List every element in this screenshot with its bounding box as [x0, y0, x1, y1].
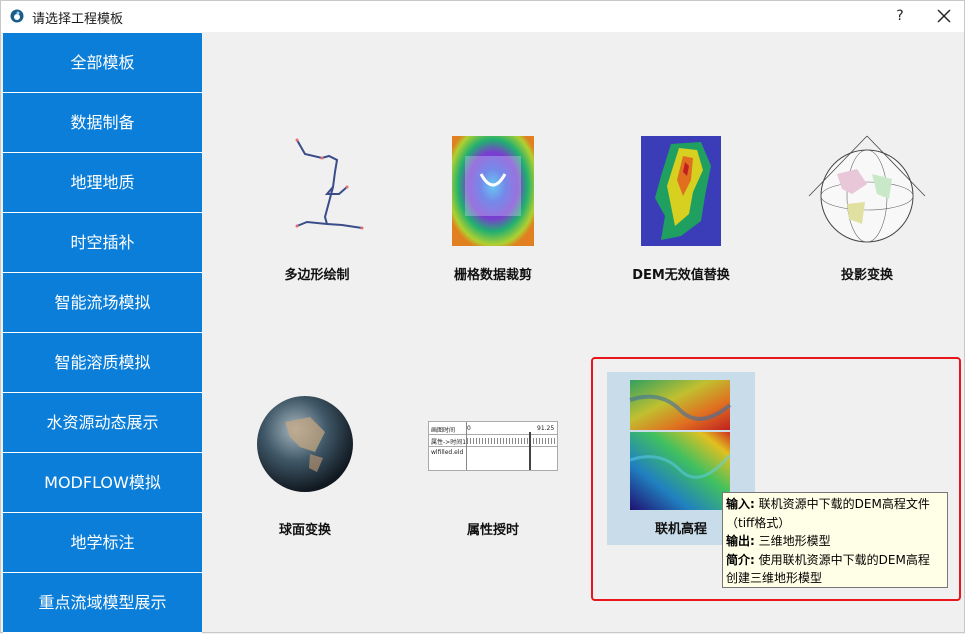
globe-projection-thumbnail — [808, 135, 926, 243]
dem-thumbnail — [641, 136, 721, 246]
template-label: 属性授时 — [466, 523, 519, 538]
window-title: 请选择工程模板 — [32, 12, 124, 27]
close-icon[interactable] — [934, 6, 954, 26]
sidebar-item-all[interactable]: 全部模板 — [3, 33, 202, 92]
sidebar-item-water-dynamic[interactable]: 水资源动态展示 — [3, 393, 202, 452]
title-bar: 请选择工程模板 ? — [1, 1, 964, 32]
app-logo-icon — [10, 9, 24, 23]
earth-thumbnail — [257, 396, 353, 492]
template-sphere-transform[interactable]: 球面变换 — [230, 392, 380, 562]
sidebar-item-data-prep[interactable]: 数据制备 — [3, 93, 202, 152]
tooltip-intro-text: 使用联机资源中下载的DEM高程 — [758, 552, 930, 567]
timeline-row1-end: 91.25 — [537, 425, 555, 432]
category-sidebar: 全部模板 数据制备 地理地质 时空插补 智能流场模拟 智能溶质模拟 水资源动态展… — [3, 32, 202, 634]
timeline-ticks — [467, 438, 555, 444]
sidebar-item-watershed[interactable]: 重点流域模型展示 — [3, 573, 202, 632]
timeline-divider — [466, 422, 467, 470]
template-tooltip: 输入: 联机资源中下载的DEM高程文件 （tiff格式） 输出: 三维地形模型 … — [722, 492, 948, 588]
tooltip-input-text: 联机资源中下载的DEM高程文件 — [758, 497, 930, 511]
timeline-row1-start: 0 — [467, 425, 471, 432]
timeline-row1-label: 画图时间 — [431, 427, 456, 434]
tooltip-input-label: 输入: — [726, 497, 755, 511]
tooltip-input-text2: （tiff格式） — [726, 515, 791, 530]
sidebar-item-modflow[interactable]: MODFLOW模拟 — [3, 453, 202, 512]
template-polygon-draw[interactable]: 多边形绘制 — [242, 132, 392, 302]
help-button[interactable]: ? — [890, 6, 910, 26]
sidebar-item-interpolation[interactable]: 时空插补 — [3, 213, 202, 272]
timeline-row2-label: 属性->时间1 — [431, 439, 467, 446]
template-projection[interactable]: 投影变换 — [792, 132, 942, 302]
tooltip-output-text: 三维地形模型 — [758, 534, 831, 548]
timeline-row3-label: wlfilled.eld — [431, 449, 464, 456]
template-raster-clip[interactable]: 栅格数据裁剪 — [418, 132, 568, 302]
polyline-thumbnail — [295, 138, 364, 230]
timeline-cursor — [529, 432, 531, 470]
template-label: 球面变换 — [278, 523, 331, 538]
template-label: DEM无效值替换 — [632, 268, 730, 283]
raster-thumbnail — [452, 136, 534, 246]
sidebar-item-annotation[interactable]: 地学标注 — [3, 513, 202, 572]
sidebar-item-geology[interactable]: 地理地质 — [3, 153, 202, 212]
sidebar-item-solute-sim[interactable]: 智能溶质模拟 — [3, 333, 202, 392]
tooltip-intro-label: 简介: — [726, 552, 755, 567]
template-attribute-timing[interactable]: 画图时间 0 91.25 属性->时间1 wlfilled.eld 属性授时 — [418, 392, 568, 562]
template-label: 栅格数据裁剪 — [453, 268, 532, 283]
template-dem-replace[interactable]: DEM无效值替换 — [606, 132, 756, 302]
template-label: 多边形绘制 — [284, 268, 350, 283]
tooltip-output-label: 输出: — [726, 534, 755, 548]
template-grid: 多边形绘制 栅格数据裁剪 DEM无效值替换 投影变换 球面变换 画图时间 0 9… — [202, 32, 964, 632]
timeline-thumbnail: 画图时间 0 91.25 属性->时间1 wlfilled.eld — [428, 421, 558, 471]
template-label: 投影变换 — [840, 268, 893, 283]
template-dialog: 请选择工程模板 ? 全部模板 数据制备 地理地质 时空插补 智能流场模拟 智能溶… — [0, 0, 965, 634]
tooltip-intro-text2: 创建三维地形模型 — [726, 571, 823, 585]
sidebar-item-flow-sim[interactable]: 智能流场模拟 — [3, 273, 202, 332]
